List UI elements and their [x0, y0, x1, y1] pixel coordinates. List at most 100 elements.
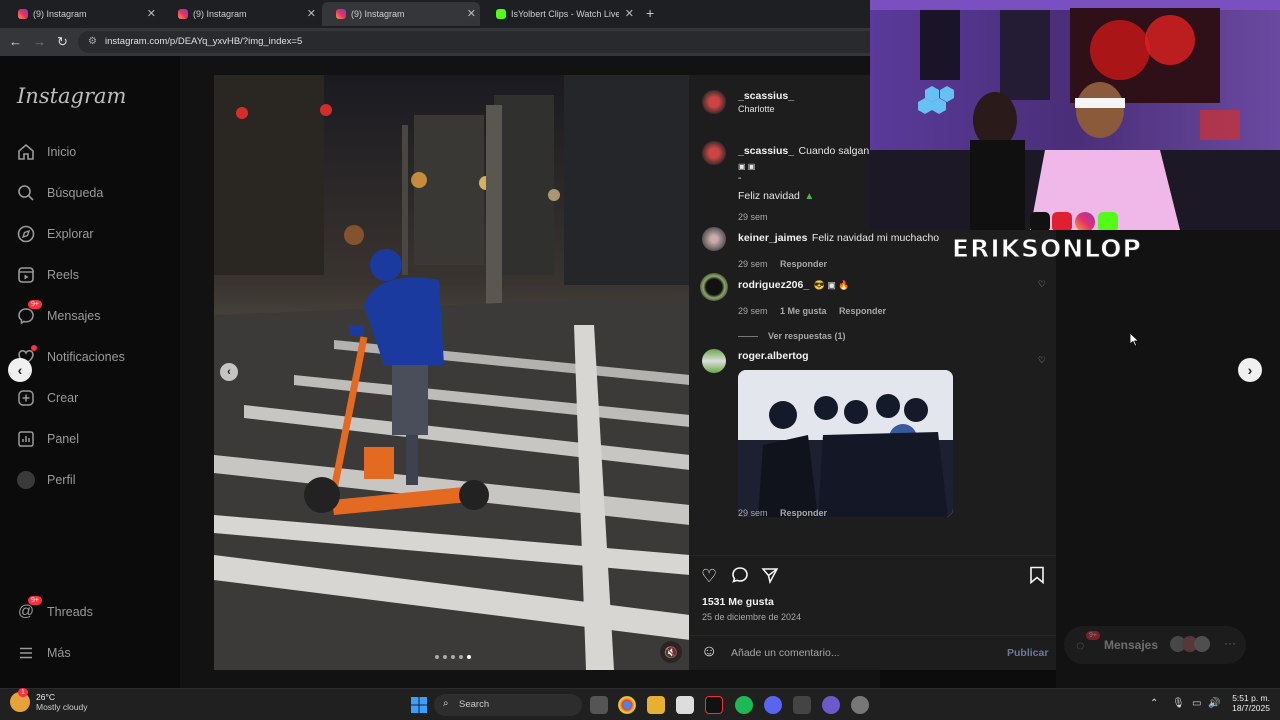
bookmark-icon[interactable] [1029, 566, 1045, 589]
network-icon[interactable]: ▭ [1192, 698, 1201, 709]
comment-body: keiner_jaimes Feliz navidad mi muchacho … [738, 228, 939, 272]
post-author-username[interactable]: _scassius_ [738, 90, 794, 102]
reply-button[interactable]: Responder [780, 508, 827, 518]
comment-username[interactable]: rodriguez206_ [738, 279, 809, 291]
windows-start-icon[interactable] [410, 696, 428, 714]
avatar[interactable] [702, 349, 726, 373]
task-view-icon[interactable] [590, 696, 608, 714]
store-icon[interactable] [676, 696, 694, 714]
comment-bubble-icon[interactable] [731, 566, 749, 589]
publish-button[interactable]: Publicar [1007, 647, 1048, 659]
notification-badge: 9+ [1086, 631, 1100, 640]
sidebar-item-label: Threads [47, 605, 93, 619]
comment-username[interactable]: roger.albertog [738, 350, 809, 362]
back-arrow-icon[interactable]: ← [9, 34, 22, 49]
comment-image[interactable] [738, 370, 953, 517]
sidebar-item-label: Crear [47, 391, 79, 405]
share-send-icon[interactable] [761, 566, 779, 589]
sidebar-item-reels[interactable]: Reels [16, 265, 79, 285]
avatar[interactable] [702, 90, 726, 114]
sidebar-item-perfil[interactable]: Perfil [16, 470, 75, 490]
comment-input[interactable]: Añade un comentario... [731, 647, 840, 659]
emoji-smile-icon[interactable]: ☺ [701, 643, 717, 661]
new-tab-button[interactable]: + [646, 5, 654, 21]
weather-widget[interactable]: 1 26°C Mostly cloudy [10, 688, 88, 712]
browser-tab[interactable]: (9) Instagram ✕ [4, 2, 160, 26]
notification-dot [31, 345, 37, 351]
like-comment-heart-icon[interactable]: ♡ [1038, 279, 1046, 290]
dashboard-icon [16, 429, 36, 449]
sidebar-item-explorar[interactable]: Explorar [16, 224, 94, 244]
instagram-favicon-icon [18, 9, 28, 19]
sidebar-item-panel[interactable]: Panel [16, 429, 79, 449]
address-bar[interactable]: ⚙ instagram.com/p/DEAYq_yxvHB/?img_index… [78, 31, 872, 53]
avatar[interactable] [702, 227, 726, 251]
clock[interactable]: 5:51 p. m. 18/7/2025 [1226, 693, 1270, 713]
plus-icon [16, 388, 36, 408]
app-icon[interactable] [822, 696, 840, 714]
tiktok-app-icon[interactable] [705, 696, 723, 714]
sidebar-item-crear[interactable]: Crear [16, 388, 78, 408]
search-icon: ⌕ [443, 698, 449, 709]
modal-backdrop-right[interactable] [1056, 230, 1280, 688]
mouse-cursor-icon [1130, 333, 1140, 347]
sidebar-item-label: Inicio [47, 145, 77, 159]
chrome-icon[interactable] [618, 696, 636, 714]
next-post-button[interactable]: › [1238, 358, 1262, 382]
post-location[interactable]: Charlotte [738, 104, 794, 114]
close-tab-icon[interactable]: ✕ [467, 7, 476, 20]
microphone-icon[interactable]: 🎙 [1172, 698, 1185, 709]
discord-icon[interactable] [764, 696, 782, 714]
clock-date: 18/7/2025 [1232, 703, 1270, 713]
messenger-icon: ◌ [1076, 637, 1085, 653]
reply-button[interactable]: Responder [839, 306, 886, 316]
volume-icon[interactable]: 🔊 [1208, 698, 1220, 709]
close-tab-icon[interactable]: ✕ [147, 7, 156, 20]
clock-time: 5:51 p. m. [1232, 693, 1270, 703]
menu-icon [16, 643, 36, 663]
image-prev-button[interactable]: ‹ [220, 363, 238, 381]
site-info-icon[interactable]: ⚙ [88, 36, 97, 47]
sidebar-item-threads[interactable]: @ 9+ Threads [16, 596, 93, 622]
avatar[interactable] [702, 141, 726, 165]
browser-tab[interactable]: IsYolbert Clips - Watch Live on ✕ [482, 2, 638, 26]
view-replies-button[interactable]: Ver respuestas (1) [768, 331, 846, 341]
post-media[interactable]: ‹ 🔇 [214, 75, 690, 670]
taskbar-search-label: Search [459, 699, 490, 710]
sidebar-item-label: Búsqueda [47, 186, 104, 200]
spotify-icon[interactable] [735, 696, 753, 714]
sidebar-item-mas[interactable]: Más [16, 643, 71, 663]
browser-tab[interactable]: (9) Instagram ✕ [164, 2, 320, 26]
close-tab-icon[interactable]: ✕ [307, 7, 316, 20]
taskbar-search[interactable]: ⌕ Search [434, 694, 582, 716]
avatar[interactable] [700, 273, 728, 301]
like-heart-icon[interactable]: ♡ [701, 566, 717, 587]
floating-messages-button[interactable]: ◌ 9+ Mensajes ··· [1064, 626, 1246, 664]
sidebar-item-mensajes[interactable]: 9+ Mensajes [16, 300, 101, 326]
comment-likes[interactable]: 1 Me gusta [780, 306, 827, 316]
previous-post-button[interactable]: ‹ [8, 358, 32, 382]
reply-button[interactable]: Responder [780, 259, 827, 269]
weather-temp: 26°C [36, 692, 55, 702]
instagram-logo[interactable]: Instagram [17, 84, 126, 108]
muted-speaker-icon[interactable]: 🔇 [660, 641, 682, 663]
weather-badge: 1 [18, 688, 28, 697]
forward-arrow-icon[interactable]: → [33, 34, 46, 49]
obs-icon[interactable] [851, 696, 869, 714]
sidebar-item-inicio[interactable]: Inicio [16, 142, 76, 162]
browser-tab-active[interactable]: (9) Instagram ✕ [322, 2, 480, 26]
notification-badge: 9+ [28, 596, 42, 605]
tray-chevron-icon[interactable]: ⌃ [1150, 698, 1158, 709]
sidebar-item-busqueda[interactable]: Búsqueda [16, 183, 103, 203]
file-explorer-icon[interactable] [647, 696, 665, 714]
comment-username[interactable]: keiner_jaimes [738, 232, 807, 244]
post-author: _scassius_ Charlotte [738, 90, 794, 114]
close-tab-icon[interactable]: ✕ [625, 7, 634, 20]
reload-icon[interactable]: ↻ [57, 34, 68, 50]
sidebar-item-notificaciones[interactable]: Notificaciones [16, 345, 125, 367]
recent-contacts-avatars [1170, 636, 1210, 652]
like-comment-heart-icon[interactable]: ♡ [1038, 355, 1046, 366]
app-icon[interactable] [793, 696, 811, 714]
caption-username[interactable]: _scassius_ [738, 145, 794, 157]
likes-count[interactable]: 1531 Me gusta [702, 596, 774, 608]
